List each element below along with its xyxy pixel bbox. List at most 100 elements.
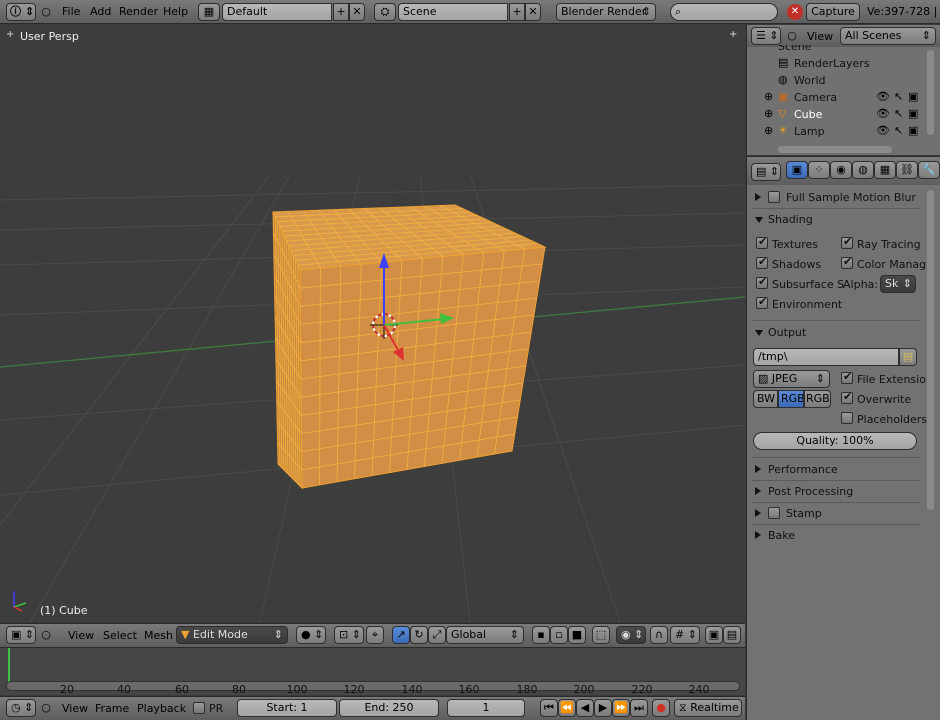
- overwrite-checkbox[interactable]: [841, 390, 853, 404]
- visibility-eye-icon[interactable]: 👁: [876, 123, 890, 139]
- menu-add[interactable]: Add: [90, 5, 111, 18]
- select-cursor-icon[interactable]: ↖: [894, 89, 903, 105]
- subsurface-checkbox[interactable]: [756, 275, 768, 289]
- add-scene-button[interactable]: +: [509, 3, 525, 21]
- stamp-panel-header[interactable]: Stamp: [752, 504, 920, 524]
- add-layout-button[interactable]: +: [333, 3, 349, 21]
- menu-select[interactable]: Select: [103, 629, 137, 642]
- shading-panel-header[interactable]: Shading: [752, 210, 920, 230]
- expand-icon[interactable]: ⊕: [764, 89, 773, 105]
- scene-icon-button[interactable]: ⛭: [374, 3, 396, 21]
- tab-constraints[interactable]: ⛓: [896, 161, 918, 179]
- tab-world[interactable]: ◍: [852, 161, 874, 179]
- play-reverse-button[interactable]: ◀: [576, 699, 594, 717]
- delete-layout-button[interactable]: ✕: [349, 3, 365, 21]
- edge-select-mode[interactable]: ▫: [550, 626, 568, 644]
- screen-layout-field[interactable]: Default: [222, 3, 332, 21]
- render-camera-icon[interactable]: ▣: [908, 123, 918, 139]
- motion-blur-panel-header[interactable]: Full Sample Motion Blur: [752, 188, 920, 208]
- tab-render[interactable]: ▣: [786, 161, 808, 179]
- menu-frame[interactable]: Frame: [95, 702, 129, 715]
- stamp-checkbox[interactable]: [768, 507, 780, 519]
- outliner-row[interactable]: ◍ World: [764, 72, 924, 89]
- performance-panel-header[interactable]: Performance: [752, 460, 920, 480]
- proportional-edit-select[interactable]: ◉ ⇕: [616, 626, 646, 644]
- color-management-checkbox[interactable]: [841, 255, 853, 269]
- outliner-row[interactable]: Scene: [760, 45, 920, 55]
- tab-modifiers[interactable]: 🔧: [918, 161, 940, 179]
- select-cursor-icon[interactable]: ↖: [894, 106, 903, 122]
- delete-scene-button[interactable]: ✕: [525, 3, 541, 21]
- properties-editor-type[interactable]: ▤ ⇕: [751, 163, 781, 181]
- tab-object[interactable]: ▦: [874, 161, 896, 179]
- pivot-select[interactable]: ⊡ ⇕: [334, 626, 364, 644]
- face-select-mode[interactable]: ■: [568, 626, 586, 644]
- preview-range-checkbox[interactable]: [193, 702, 205, 714]
- outliner-view-menu[interactable]: View: [807, 30, 833, 43]
- view-toggle-icon[interactable]: +: [6, 29, 14, 40]
- menu-view[interactable]: View: [68, 629, 94, 642]
- translate-toggle[interactable]: ↗: [392, 626, 410, 644]
- play-button[interactable]: ▶: [594, 699, 612, 717]
- expand-icon[interactable]: ⊕: [764, 106, 773, 122]
- end-frame-field[interactable]: End: 250: [339, 699, 439, 717]
- start-frame-field[interactable]: Start: 1: [237, 699, 337, 717]
- opengl-anim-button[interactable]: ▤: [723, 626, 741, 644]
- viewport-3d[interactable]: + User Persp + (1) Cube: [0, 25, 745, 622]
- placeholders-checkbox[interactable]: [841, 412, 853, 424]
- tab-scene[interactable]: ◉: [830, 161, 852, 179]
- cube-mesh[interactable]: [272, 204, 547, 490]
- capture-button[interactable]: Capture: [806, 3, 860, 21]
- outliner-editor-type[interactable]: ☰ ⇕: [751, 27, 781, 45]
- orientation-select[interactable]: Global ⇕: [446, 626, 524, 644]
- outliner-row[interactable]: ⊕ ☀ Lamp 👁 ↖ ▣: [764, 123, 924, 140]
- output-path-input[interactable]: /tmp\: [753, 348, 899, 366]
- outliner-h-scrollbar[interactable]: [778, 146, 892, 153]
- limit-selection-toggle[interactable]: ⬚: [592, 626, 610, 644]
- color-rgb-button[interactable]: RGB: [778, 390, 804, 408]
- file-extensions-checkbox[interactable]: [841, 370, 853, 384]
- render-camera-icon[interactable]: ▣: [908, 106, 918, 122]
- mode-select[interactable]: ▼ Edit Mode ⇕: [176, 626, 288, 644]
- properties-scrollbar[interactable]: [927, 190, 934, 510]
- expand-icon[interactable]: ⊕: [764, 123, 773, 139]
- menu-file[interactable]: File: [62, 5, 80, 18]
- sync-mode-select[interactable]: ⧖ Realtime: [674, 699, 742, 717]
- scene-field[interactable]: Scene: [398, 3, 508, 21]
- menu-help[interactable]: Help: [163, 5, 188, 18]
- jump-start-button[interactable]: ⏮: [540, 699, 558, 717]
- browse-folder-button[interactable]: ▤: [899, 348, 917, 366]
- prev-keyframe-button[interactable]: ⏪: [558, 699, 576, 717]
- visibility-eye-icon[interactable]: 👁: [876, 89, 890, 105]
- current-frame-field[interactable]: 1: [447, 699, 525, 717]
- menu-render[interactable]: Render: [119, 5, 158, 18]
- viewport-shading-select[interactable]: ● ⇕: [296, 626, 326, 644]
- collapse-menu-icon[interactable]: ○: [40, 700, 52, 716]
- color-rgba-button[interactable]: RGBA: [804, 390, 831, 408]
- outliner-display-select[interactable]: All Scenes ⇕: [840, 27, 936, 45]
- editor-type-button[interactable]: ⓘ ⇕: [6, 3, 36, 21]
- snap-toggle[interactable]: ∩: [650, 626, 668, 644]
- collapse-menu-icon[interactable]: ○: [40, 627, 52, 643]
- alpha-mode-select[interactable]: Sk ⇕: [880, 275, 916, 293]
- next-keyframe-button[interactable]: ⏩: [612, 699, 630, 717]
- post-processing-panel-header[interactable]: Post Processing: [752, 482, 920, 502]
- opengl-render-button[interactable]: ▣: [705, 626, 723, 644]
- collapse-menu-icon[interactable]: ○: [40, 4, 52, 20]
- vertex-select-mode[interactable]: ▪: [532, 626, 550, 644]
- outliner-row[interactable]: ▤ RenderLayers: [764, 55, 924, 72]
- current-frame-marker[interactable]: [8, 648, 10, 682]
- output-panel-header[interactable]: Output: [752, 323, 920, 343]
- jump-end-button[interactable]: ⏭: [630, 699, 648, 717]
- snap-element-select[interactable]: # ⇕: [670, 626, 700, 644]
- render-camera-icon[interactable]: ▣: [908, 89, 918, 105]
- select-cursor-icon[interactable]: ↖: [894, 123, 903, 139]
- outliner-scrollbar[interactable]: [927, 50, 934, 135]
- timeline-editor-type[interactable]: ◷ ⇕: [6, 699, 36, 717]
- menu-view[interactable]: View: [62, 702, 88, 715]
- scale-toggle[interactable]: ⤢: [428, 626, 446, 644]
- rotate-toggle[interactable]: ↻: [410, 626, 428, 644]
- record-icon[interactable]: ✕: [787, 4, 803, 20]
- ray-tracing-checkbox[interactable]: [841, 235, 853, 249]
- bake-panel-header[interactable]: Bake: [752, 526, 920, 546]
